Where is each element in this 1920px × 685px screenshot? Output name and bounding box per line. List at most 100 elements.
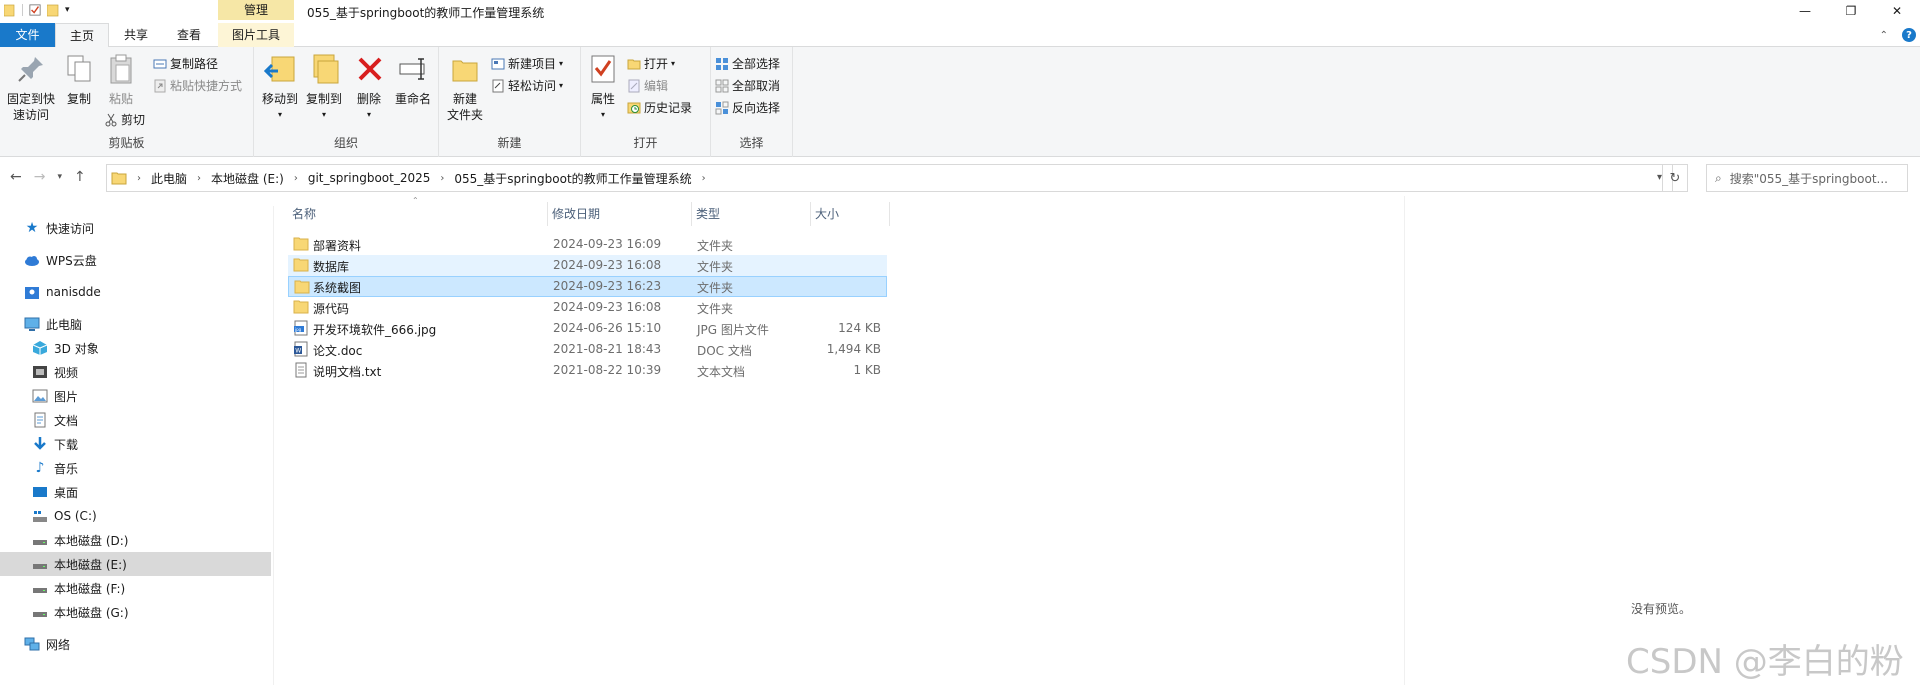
nav-desktop[interactable]: 桌面 xyxy=(32,480,78,504)
open-folder-icon xyxy=(627,59,641,69)
file-row[interactable]: 说明文档.txt 2021-08-22 10:39 文本文档 1 KB xyxy=(288,360,887,381)
breadcrumb-project-folder[interactable]: 055_基于springboot的教师工作量管理系统 xyxy=(454,170,691,187)
dropdown-arrow-icon: ▾ xyxy=(559,81,564,90)
breadcrumb-drive-e[interactable]: 本地磁盘 (E:) xyxy=(211,170,284,187)
file-row[interactable]: jpg 开发环境软件_666.jpg 2024-06-26 15:10 JPG … xyxy=(288,318,887,339)
new-folder-button[interactable]: 新建 文件夹 xyxy=(445,53,485,123)
nav-label: 网络 xyxy=(46,637,71,652)
maximize-button[interactable]: ❐ xyxy=(1828,0,1874,22)
new-item-button[interactable]: 新建项目 ▾ xyxy=(491,55,563,72)
nav-drive-e[interactable]: 本地磁盘 (E:) xyxy=(32,552,127,576)
back-arrow-icon[interactable]: ← xyxy=(10,169,22,185)
nav-drive-g[interactable]: 本地磁盘 (G:) xyxy=(32,600,129,624)
address-bar[interactable]: › 此电脑 › 本地磁盘 (E:) › git_springboot_2025 … xyxy=(106,164,1673,192)
properties-icon xyxy=(591,55,615,83)
nav-label: 视频 xyxy=(54,365,79,380)
nav-drive-c[interactable]: OS (C:) xyxy=(32,504,97,528)
file-type: 文本文档 xyxy=(697,365,746,379)
close-button[interactable]: ✕ xyxy=(1874,0,1920,22)
history-button[interactable]: 历史记录 xyxy=(627,99,692,116)
pane-splitter[interactable] xyxy=(273,206,274,685)
nav-network[interactable]: 网络 xyxy=(24,632,70,656)
column-type[interactable]: 类型 xyxy=(692,202,811,226)
nav-quick-access[interactable]: ★ 快速访问 xyxy=(24,216,94,240)
search-input[interactable]: ⌕ 搜索"055_基于springboot... xyxy=(1706,164,1908,192)
pin-quick-access-button[interactable]: 固定到快 速访问 xyxy=(4,53,58,123)
collapse-ribbon-icon[interactable]: ⌃ xyxy=(1880,30,1888,41)
open-button[interactable]: 打开 ▾ xyxy=(627,55,675,72)
breadcrumb-separator-icon[interactable]: › xyxy=(702,173,706,184)
nav-drive-f[interactable]: 本地磁盘 (F:) xyxy=(32,576,125,600)
properties-button[interactable]: 属性 ▾ xyxy=(587,53,619,123)
paste-button[interactable]: 粘贴 xyxy=(104,53,138,107)
delete-button[interactable]: 删除 ▾ xyxy=(354,53,384,123)
breadcrumb-git-folder[interactable]: git_springboot_2025 xyxy=(308,171,431,185)
recent-locations-icon[interactable]: ▾ xyxy=(57,172,62,182)
file-name: 说明文档.txt xyxy=(313,365,382,379)
file-row[interactable]: 数据库 2024-09-23 16:08 文件夹 xyxy=(288,255,887,276)
new-folder-icon[interactable] xyxy=(47,3,59,17)
tab-home[interactable]: 主页 xyxy=(55,23,109,48)
copy-to-button[interactable]: 复制到 ▾ xyxy=(304,53,344,123)
breadcrumb-separator-icon[interactable]: › xyxy=(197,173,201,184)
file-row[interactable]: 部署资料 2024-09-23 16:09 文件夹 xyxy=(288,234,887,255)
tab-share[interactable]: 共享 xyxy=(113,23,159,47)
nav-pictures[interactable]: 图片 xyxy=(32,384,78,408)
minimize-button[interactable]: — xyxy=(1782,0,1828,22)
new-folder-label-1: 新建 xyxy=(452,92,477,106)
easy-access-button[interactable]: 轻松访问 ▾ xyxy=(491,77,563,94)
column-date[interactable]: 修改日期 xyxy=(548,202,692,226)
select-group-label: 选择 xyxy=(739,136,764,150)
cube-icon xyxy=(32,341,48,355)
forward-arrow-icon[interactable]: → xyxy=(34,169,46,185)
breadcrumb-this-pc[interactable]: 此电脑 xyxy=(151,170,187,187)
up-arrow-icon[interactable]: ↑ xyxy=(74,169,86,185)
rename-button[interactable]: 重命名 xyxy=(392,53,434,107)
nav-music[interactable]: ♪ 音乐 xyxy=(32,456,78,480)
customize-qat-icon[interactable]: ▾ xyxy=(65,5,70,15)
nav-wps-cloud[interactable]: WPS云盘 xyxy=(24,248,97,272)
nav-videos[interactable]: 视频 xyxy=(32,360,78,384)
edit-button[interactable]: 编辑 xyxy=(627,77,668,94)
invert-selection-button[interactable]: 反向选择 xyxy=(715,99,780,116)
column-name[interactable]: 名称 xyxy=(288,202,548,226)
scissors-icon xyxy=(105,113,117,126)
nav-downloads[interactable]: 下载 xyxy=(32,432,78,456)
copy-path-button[interactable]: 复制路径 xyxy=(153,55,218,72)
nav-documents[interactable]: 文档 xyxy=(32,408,78,432)
nav-label: 本地磁盘 (E:) xyxy=(54,557,127,572)
refresh-button[interactable]: ↻ xyxy=(1662,164,1688,192)
column-size[interactable]: 大小 xyxy=(811,202,890,226)
tab-view[interactable]: 查看 xyxy=(166,23,212,47)
nav-3d-objects[interactable]: 3D 对象 xyxy=(32,336,99,360)
tab-picture-tools[interactable]: 图片工具 xyxy=(218,23,294,47)
breadcrumb-separator-icon[interactable]: › xyxy=(137,173,141,184)
file-row[interactable]: W 论文.doc 2021-08-21 18:43 DOC 文档 1,494 K… xyxy=(288,339,887,360)
cut-button[interactable]: 剪切 xyxy=(104,111,145,128)
breadcrumb-separator-icon[interactable]: › xyxy=(440,173,444,184)
file-row[interactable]: 源代码 2024-09-23 16:08 文件夹 xyxy=(288,297,887,318)
file-date: 2024-09-23 16:23 xyxy=(553,279,662,293)
tab-file[interactable]: 文件 xyxy=(0,23,55,47)
select-none-button[interactable]: 全部取消 xyxy=(715,77,780,94)
breadcrumb-separator-icon[interactable]: › xyxy=(294,173,298,184)
document-icon xyxy=(34,412,46,428)
paste-shortcut-button[interactable]: 粘贴快捷方式 xyxy=(153,77,242,94)
move-to-button[interactable]: 移动到 ▾ xyxy=(260,53,300,123)
jpg-image-icon: jpg xyxy=(294,320,308,336)
file-row-selected[interactable]: 系统截图 2024-09-23 16:23 文件夹 xyxy=(288,276,887,297)
manage-context-tab[interactable]: 管理 xyxy=(218,0,294,20)
copy-button[interactable]: 复制 xyxy=(62,53,96,107)
delete-label: 删除 xyxy=(356,92,381,106)
help-icon[interactable]: ? xyxy=(1902,28,1916,42)
drive-icon xyxy=(33,588,47,593)
select-all-button[interactable]: 全部选择 xyxy=(715,55,780,72)
nav-label: 此电脑 xyxy=(46,317,83,332)
file-type: 文件夹 xyxy=(697,281,734,295)
nav-this-pc[interactable]: 此电脑 xyxy=(24,312,82,336)
nav-user-folder[interactable]: nanisdde xyxy=(24,280,101,304)
preview-pane-splitter[interactable] xyxy=(1404,196,1405,685)
properties-check-icon[interactable] xyxy=(29,3,41,17)
nav-drive-d[interactable]: 本地磁盘 (D:) xyxy=(32,528,128,552)
file-type: 文件夹 xyxy=(697,260,734,274)
